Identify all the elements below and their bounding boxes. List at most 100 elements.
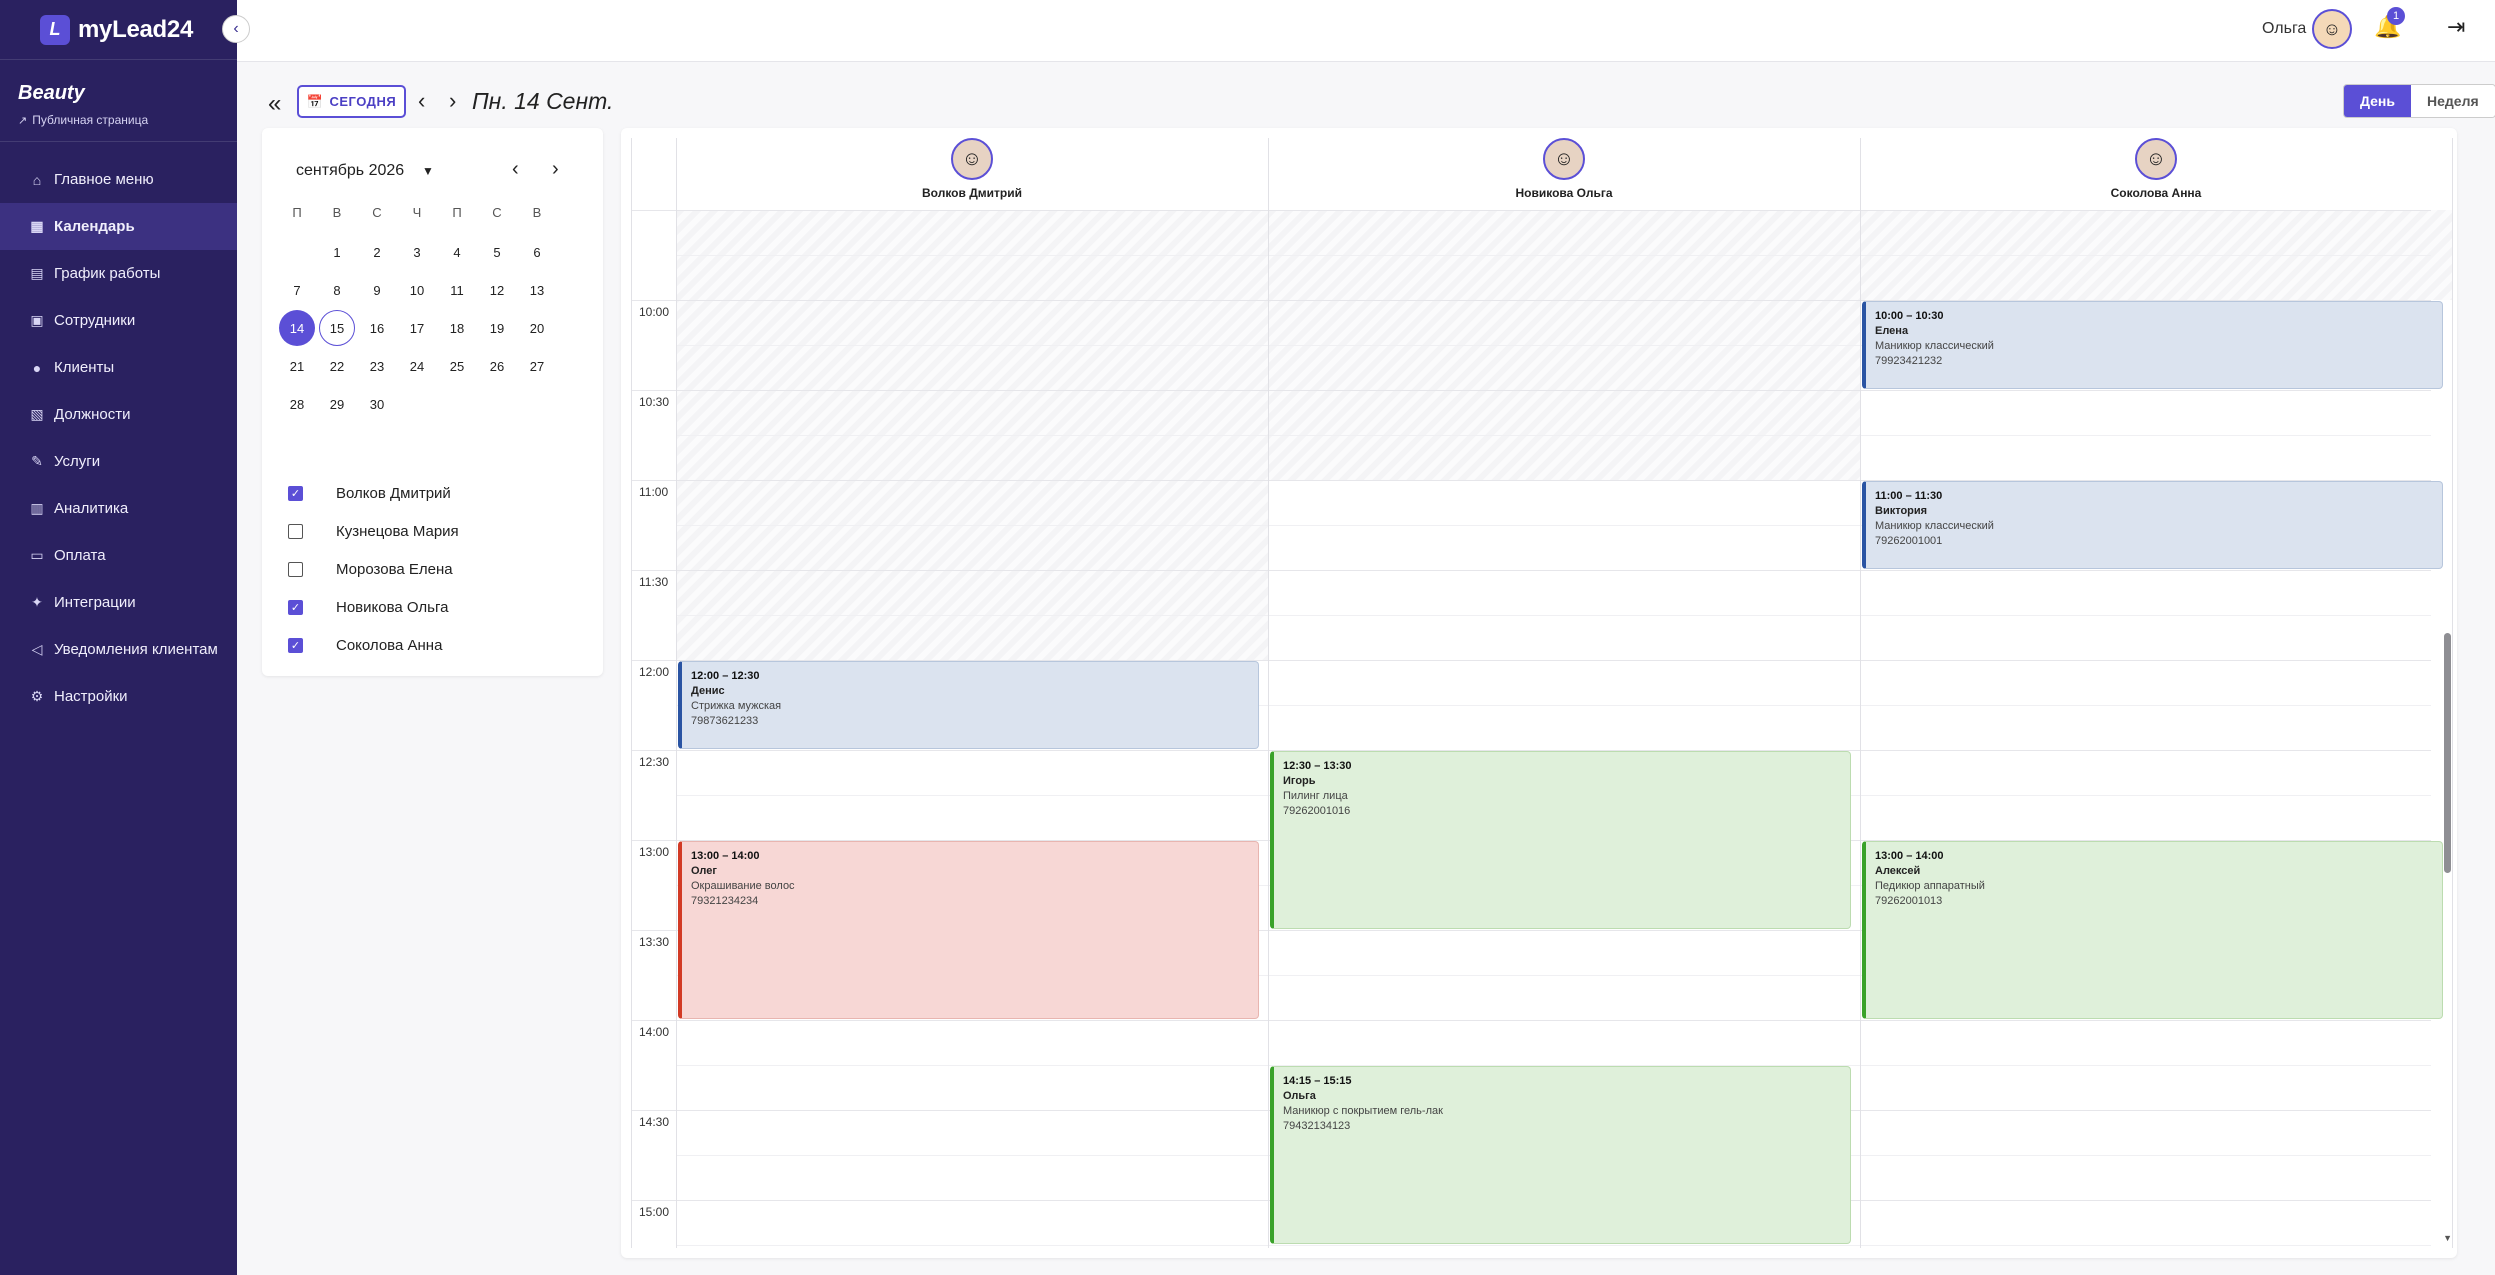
logout-icon[interactable]: ⇥ [2447, 14, 2465, 40]
mini-calendar-day[interactable]: 24 [399, 348, 435, 384]
public-page-link[interactable]: ↗ Публичная страница [18, 113, 219, 127]
time-label: 10:00 [639, 305, 670, 319]
mini-calendar-day[interactable]: 9 [359, 272, 395, 308]
sidebar-item-gear[interactable]: ⚙ Настройки [0, 673, 237, 720]
appointment-card[interactable]: 10:00 – 10:30 Елена Маникюр классический 79… [1862, 301, 2443, 389]
grid-line [677, 615, 2431, 616]
checkbox-checked-icon[interactable]: ✓ [288, 638, 303, 653]
sidebar-item-calendar[interactable]: ▦ Календарь [0, 203, 237, 250]
mini-calendar-day[interactable]: 12 [479, 272, 515, 308]
appointment-card[interactable]: 13:00 – 14:00 Олег Окрашивание волос 793212… [678, 841, 1259, 1019]
staff-column-header[interactable]: ☺ Соколова Анна [1860, 138, 2452, 210]
mini-calendar-day[interactable]: 6 [519, 234, 555, 270]
checkbox-checked-icon[interactable]: ✓ [288, 600, 303, 615]
user-avatar[interactable]: ☺ [2312, 9, 2352, 49]
mini-calendar-day[interactable]: 28 [279, 386, 315, 422]
appointment-card[interactable]: 11:00 – 11:30 Виктория Маникюр классически… [1862, 481, 2443, 569]
sidebar-item-puzzle[interactable]: ✦ Интеграции [0, 579, 237, 626]
appointment-card[interactable]: 12:30 – 13:30 Игорь Пилинг лица 79262001016 [1270, 751, 1851, 929]
appointment-card[interactable]: 13:00 – 14:00 Алексей Педикюр аппаратный 79… [1862, 841, 2443, 1019]
staff-column-header[interactable]: ☺ Волков Дмитрий [676, 138, 1268, 210]
sidebar-item-briefcase[interactable]: ▧ Должности [0, 391, 237, 438]
staff-filter-label: Новикова Ольга [336, 599, 449, 616]
month-label[interactable]: сентябрь 2026 [296, 162, 404, 180]
sidebar-item-label: Оплата [54, 547, 106, 564]
next-day-button[interactable]: › [449, 88, 456, 114]
mini-calendar-day[interactable]: 7 [279, 272, 315, 308]
appointment-phone: 79321234234 [691, 895, 759, 907]
sidebar-item-chart[interactable]: ▥ Аналитика [0, 485, 237, 532]
mini-calendar-day[interactable]: 29 [319, 386, 355, 422]
calendar-icon: ▦ [30, 218, 44, 234]
scroll-down-icon[interactable]: ▼ [2443, 1233, 2452, 1243]
mini-calendar-day[interactable]: 1 [319, 234, 355, 270]
sidebar-item-user[interactable]: ● Клиенты [0, 344, 237, 391]
appointment-card[interactable]: 14:15 – 15:15 Ольга Маникюр с покрытием ге… [1270, 1066, 1851, 1244]
sidebar-item-megaphone[interactable]: ◁ Уведомления клиентам [0, 626, 237, 673]
appointment-card[interactable]: 12:00 – 12:30 Денис Стрижка мужская 7987362… [678, 661, 1259, 749]
brand-name: myLead24 [78, 15, 193, 43]
sidebar-item-label: Уведомления клиентам [54, 641, 218, 658]
mini-calendar-day[interactable]: 18 [439, 310, 475, 346]
today-button[interactable]: 📅 СЕГОДНЯ [297, 85, 406, 118]
mini-calendar-day[interactable]: 3 [399, 234, 435, 270]
prev-day-button[interactable]: ‹ [418, 88, 425, 114]
mini-calendar-day[interactable]: 25 [439, 348, 475, 384]
mini-calendar-day[interactable]: 16 [359, 310, 395, 346]
staff-filter-item[interactable]: Морозова Елена [288, 561, 453, 578]
user-name[interactable]: Ольга [2262, 20, 2306, 38]
staff-column-header[interactable]: ☺ Новикова Ольга [1268, 138, 1860, 210]
appointment-client: Алексей [1875, 865, 1921, 877]
appointment-phone: 79923421232 [1875, 355, 1943, 367]
sidebar-collapse-button[interactable]: ‹ [222, 15, 250, 43]
mini-calendar-day[interactable]: 4 [439, 234, 475, 270]
staff-filter-label: Волков Дмитрий [336, 485, 451, 502]
public-page-label: Публичная страница [32, 113, 149, 127]
mini-calendar-day[interactable]: 19 [479, 310, 515, 346]
weekday-label: С [372, 204, 382, 220]
sidebar-item-label: Главное меню [54, 171, 154, 188]
mini-calendar-day[interactable]: 5 [479, 234, 515, 270]
sidebar-item-schedule[interactable]: ▤ График работы [0, 250, 237, 297]
mini-calendar-day[interactable]: 8 [319, 272, 355, 308]
next-month-button[interactable]: › [552, 158, 559, 181]
checkbox-checked-icon[interactable]: ✓ [288, 486, 303, 501]
mini-calendar-day[interactable]: 26 [479, 348, 515, 384]
mini-calendar-day[interactable]: 17 [399, 310, 435, 346]
sidebar-item-home[interactable]: ⌂ Главное меню [0, 156, 237, 203]
sidebar-item-card[interactable]: ▭ Оплата [0, 532, 237, 579]
checkbox-empty-icon[interactable] [288, 524, 303, 539]
staff-filter-item[interactable]: Кузнецова Мария [288, 523, 459, 540]
staff-filter-item[interactable]: ✓ Волков Дмитрий [288, 485, 451, 502]
double-chevron-left-icon[interactable]: « [268, 90, 281, 118]
mini-calendar-day[interactable]: 2 [359, 234, 395, 270]
mini-calendar-day[interactable]: 22 [319, 348, 355, 384]
mini-calendar-day[interactable]: 27 [519, 348, 555, 384]
mini-calendar-day[interactable]: 14 [279, 310, 315, 346]
mini-calendar-day[interactable]: 21 [279, 348, 315, 384]
staff-filter-label: Кузнецова Мария [336, 523, 459, 540]
appointment-service: Маникюр с покрытием гель-лак [1283, 1105, 1443, 1117]
appointment-phone: 79432134123 [1283, 1120, 1351, 1132]
mini-calendar-day[interactable]: 15 [319, 310, 355, 346]
mini-calendar-day[interactable]: 13 [519, 272, 555, 308]
appointment-phone: 79262001016 [1283, 805, 1351, 817]
prev-month-button[interactable]: ‹ [512, 158, 519, 181]
appointment-time: 12:30 – 13:30 [1283, 760, 1352, 772]
caret-down-icon[interactable]: ▼ [422, 164, 434, 178]
mini-calendar-day[interactable]: 30 [359, 386, 395, 422]
view-week-button[interactable]: Неделя [2411, 85, 2495, 117]
mini-calendar-day[interactable]: 23 [359, 348, 395, 384]
staff-filter-item[interactable]: ✓ Соколова Анна [288, 637, 442, 654]
mini-calendar-day[interactable]: 11 [439, 272, 475, 308]
sidebar-item-users[interactable]: ▣ Сотрудники [0, 297, 237, 344]
staff-filter-item[interactable]: ✓ Новикова Ольга [288, 599, 448, 616]
brand-logo[interactable]: L myLead24 [0, 0, 237, 60]
checkbox-empty-icon[interactable] [288, 562, 303, 577]
sidebar-item-brush[interactable]: ✎ Услуги [0, 438, 237, 485]
mini-calendar-day[interactable]: 20 [519, 310, 555, 346]
view-day-button[interactable]: День [2344, 85, 2411, 117]
vertical-scrollbar[interactable] [2444, 633, 2451, 873]
mini-calendar-day[interactable]: 10 [399, 272, 435, 308]
staff-column-name: Соколова Анна [2110, 186, 2202, 200]
